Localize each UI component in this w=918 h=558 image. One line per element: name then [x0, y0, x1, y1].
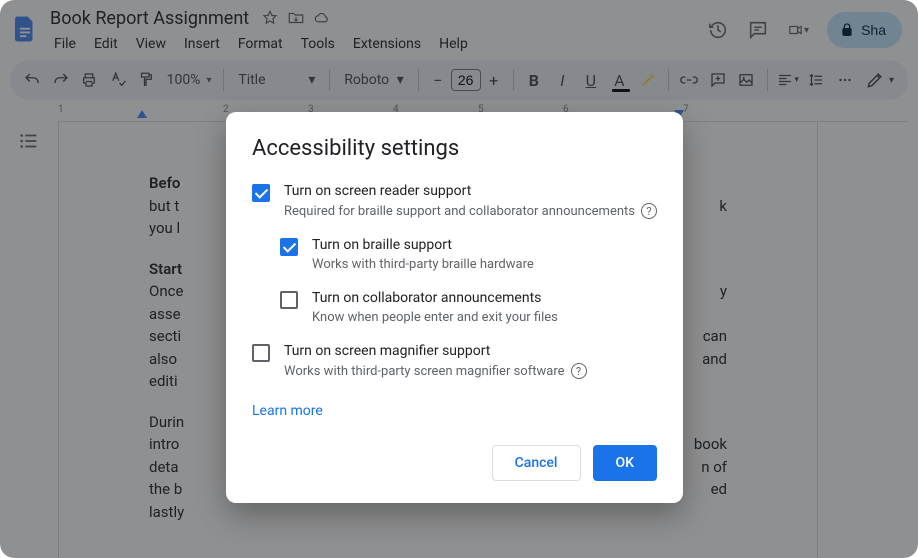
option-description: Know when people enter and exit your fil…: [312, 310, 558, 325]
option-label: Turn on collaborator announcements: [312, 290, 558, 306]
option-collaborator-announcements: Turn on collaborator announcements Know …: [280, 290, 657, 325]
modal-scrim[interactable]: Accessibility settings Turn on screen re…: [0, 0, 918, 558]
ok-button[interactable]: OK: [593, 445, 658, 481]
learn-more-link[interactable]: Learn more: [252, 403, 323, 419]
checkbox-collaborator-announcements[interactable]: [280, 291, 298, 309]
checkbox-screen-reader[interactable]: [252, 184, 270, 202]
cancel-button[interactable]: Cancel: [492, 445, 581, 481]
option-screen-reader: Turn on screen reader support Required f…: [252, 183, 657, 219]
dialog-actions: Cancel OK: [252, 445, 657, 481]
checkbox-screen-magnifier[interactable]: [252, 344, 270, 362]
option-description: Required for braille support and collabo…: [284, 203, 657, 219]
option-description: Works with third-party braille hardware: [312, 257, 534, 272]
checkbox-braille[interactable]: [280, 238, 298, 256]
option-label: Turn on screen magnifier support: [284, 343, 587, 359]
app-window: Book Report Assignment File Edit View In…: [0, 0, 918, 558]
option-screen-magnifier: Turn on screen magnifier support Works w…: [252, 343, 657, 379]
option-description: Works with third-party screen magnifier …: [284, 363, 587, 379]
option-label: Turn on screen reader support: [284, 183, 657, 199]
help-icon[interactable]: ?: [571, 363, 587, 379]
accessibility-settings-dialog: Accessibility settings Turn on screen re…: [226, 112, 683, 503]
option-braille: Turn on braille support Works with third…: [280, 237, 657, 272]
dialog-title: Accessibility settings: [252, 136, 657, 161]
option-label: Turn on braille support: [312, 237, 534, 253]
help-icon[interactable]: ?: [641, 203, 657, 219]
